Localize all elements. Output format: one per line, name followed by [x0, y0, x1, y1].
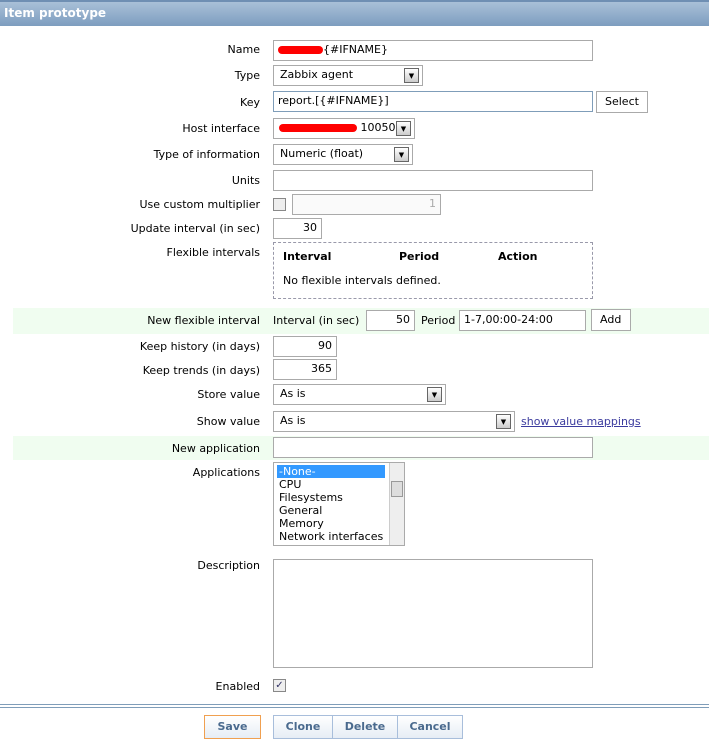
keep-history-label: Keep history (in days) — [139, 340, 260, 353]
new-application-label: New application — [171, 442, 260, 455]
key-label: Key — [240, 96, 260, 109]
chevron-down-icon: ▼ — [396, 121, 411, 136]
description-label: Description — [197, 559, 260, 572]
show-value-label: Show value — [196, 415, 260, 428]
type-of-information-select[interactable]: Numeric (float) ▼ — [273, 144, 413, 165]
col-period: Period — [399, 250, 440, 263]
redaction — [279, 124, 357, 132]
host-interface-select[interactable]: 10050 ▼ — [273, 118, 415, 139]
update-interval-input[interactable]: 30 — [273, 218, 322, 239]
save-button[interactable]: Save — [204, 715, 261, 739]
host-interface-label: Host interface — [182, 122, 260, 135]
app-option[interactable]: CPU — [277, 478, 404, 491]
update-interval-label: Update interval (in sec) — [130, 222, 260, 235]
enabled-label: Enabled — [215, 680, 260, 693]
app-option[interactable]: Memory — [277, 517, 404, 530]
show-value-mappings-link[interactable]: show value mappings — [521, 415, 641, 428]
chevron-down-icon: ▼ — [427, 387, 442, 402]
applications-list[interactable]: -None- CPU Filesystems General Memory Ne… — [273, 462, 405, 546]
new-flexible-interval-label: New flexible interval — [147, 314, 260, 327]
flexible-intervals-table: Interval Period Action No flexible inter… — [273, 242, 593, 299]
interval-label: Interval (in sec) — [273, 314, 360, 327]
period-input[interactable]: 1-7,00:00-24:00 — [459, 310, 586, 331]
show-value-value: As is — [280, 414, 306, 427]
units-label: Units — [231, 174, 260, 187]
multiplier-input[interactable]: 1 — [292, 194, 441, 215]
app-option[interactable]: Network interfaces — [277, 530, 404, 543]
period-label: Period — [421, 314, 456, 327]
chevron-down-icon: ▼ — [496, 414, 511, 429]
keep-trends-input[interactable]: 365 — [273, 359, 337, 380]
clone-button[interactable]: Clone — [273, 715, 333, 739]
app-option[interactable]: -None- — [277, 465, 385, 478]
store-value-label: Store value — [197, 388, 260, 401]
app-option[interactable]: General — [277, 504, 404, 517]
key-input[interactable]: report.[{#IFNAME}] — [273, 91, 593, 112]
select-button[interactable]: Select — [596, 91, 648, 113]
col-interval: Interval — [283, 250, 332, 263]
separator — [0, 704, 709, 708]
name-input[interactable]: {#IFNAME} — [273, 40, 593, 61]
applications-label: Applications — [192, 466, 260, 479]
app-option[interactable]: Filesystems — [277, 491, 404, 504]
redaction — [278, 46, 323, 54]
type-of-information-label: Type of information — [153, 148, 260, 161]
description-textarea[interactable] — [273, 559, 593, 668]
show-value-select[interactable]: As is ▼ — [273, 411, 515, 432]
name-label: Name — [227, 43, 260, 56]
chevron-down-icon: ▼ — [404, 68, 419, 83]
keep-trends-label: Keep trends (in days) — [142, 364, 260, 377]
store-value-select[interactable]: As is ▼ — [273, 384, 446, 405]
type-label: Type — [234, 69, 260, 82]
flex-empty-text: No flexible intervals defined. — [283, 274, 441, 287]
keep-history-input[interactable]: 90 — [273, 336, 337, 357]
units-input[interactable] — [273, 170, 593, 191]
type-value: Zabbix agent — [280, 68, 354, 81]
host-interface-value: 10050 — [360, 121, 396, 134]
interval-input[interactable]: 50 — [366, 310, 415, 331]
name-value: {#IFNAME} — [323, 43, 388, 56]
custom-multiplier-checkbox[interactable] — [273, 198, 286, 211]
add-button[interactable]: Add — [591, 309, 631, 331]
new-application-input[interactable] — [273, 437, 593, 458]
form-title: Item prototype — [0, 0, 709, 26]
chevron-down-icon: ▼ — [394, 147, 409, 162]
col-action: Action — [498, 250, 538, 263]
flexible-intervals-label: Flexible intervals — [166, 246, 261, 259]
type-select[interactable]: Zabbix agent ▼ — [273, 65, 423, 86]
enabled-checkbox[interactable]: ✓ — [273, 679, 286, 692]
delete-button[interactable]: Delete — [332, 715, 398, 739]
cancel-button[interactable]: Cancel — [397, 715, 463, 739]
custom-multiplier-label: Use custom multiplier — [139, 198, 260, 211]
type-of-information-value: Numeric (float) — [280, 147, 364, 160]
scrollbar[interactable] — [389, 463, 404, 545]
store-value-value: As is — [280, 387, 306, 400]
